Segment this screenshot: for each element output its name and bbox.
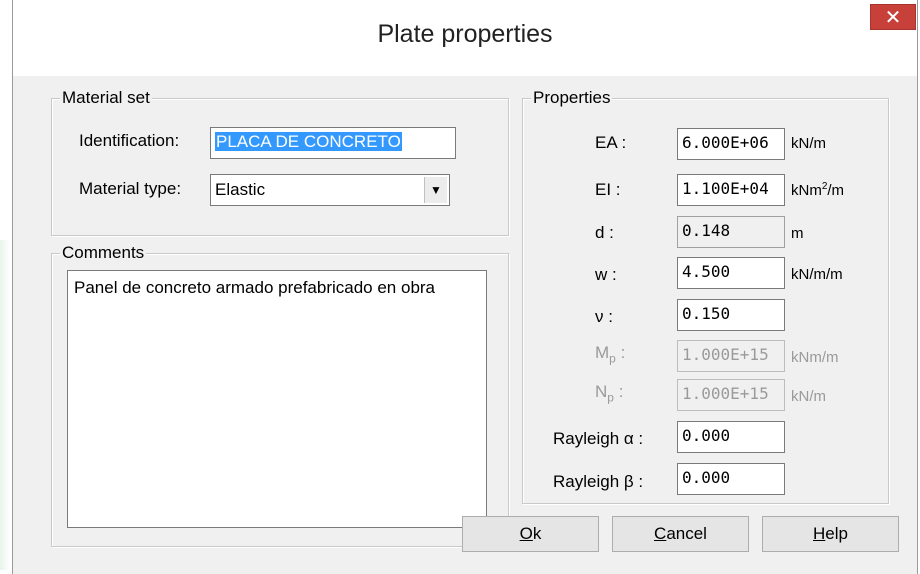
ei-value: 1.100E+04 — [682, 179, 769, 198]
w-label: w : — [595, 265, 617, 284]
ei-input[interactable]: 1.100E+04 — [677, 174, 785, 206]
mp-field: 1.000E+15 — [677, 340, 785, 372]
np-value: 1.000E+15 — [682, 384, 769, 403]
mp-label: Mp : — [595, 343, 625, 365]
w-value: 4.500 — [682, 262, 731, 281]
material-type-select[interactable]: Elastic ▼ — [210, 174, 450, 206]
title-bar: Plate properties ✕ — [13, 0, 917, 76]
rayleigh-beta-label: Rayleigh β : — [553, 472, 644, 491]
d-value: 0.148 — [682, 221, 731, 240]
np-label-tail: : — [613, 382, 624, 401]
mp-unit: kNm/m — [791, 349, 839, 366]
cancel-button[interactable]: Cancel — [612, 516, 749, 552]
background-edge — [0, 240, 10, 570]
comments-legend: Comments — [60, 243, 147, 263]
np-label: Np : — [595, 382, 623, 404]
ei-unit: kNm2/m — [791, 181, 844, 199]
ei-label: EI : — [595, 180, 621, 199]
window-title: Plate properties — [377, 20, 553, 48]
ei-unit-tail: /m — [827, 182, 845, 199]
comments-text: Panel de concreto armado prefabricado en… — [74, 278, 436, 297]
ea-unit: kN/m — [791, 135, 826, 152]
ea-label: EA : — [595, 133, 627, 152]
cancel-mnemonic: C — [654, 524, 667, 543]
help-button[interactable]: Help — [762, 516, 899, 552]
nu-value: 0.150 — [682, 304, 731, 323]
ok-mnemonic: O — [519, 524, 533, 543]
d-unit: m — [791, 225, 804, 242]
w-unit: kN/m/m — [791, 266, 843, 283]
rayleigh-alpha-value: 0.000 — [682, 426, 731, 445]
ea-input[interactable]: 6.000E+06 — [677, 128, 785, 160]
rayleigh-beta-input[interactable]: 0.000 — [677, 463, 785, 495]
d-field: 0.148 — [677, 216, 785, 248]
comments-group: Comments Panel de concreto armado prefab… — [51, 243, 509, 547]
ei-unit-base: kNm — [791, 182, 822, 199]
nu-input[interactable]: 0.150 — [677, 299, 785, 331]
np-field: 1.000E+15 — [677, 379, 785, 411]
help-label-rest: elp — [825, 524, 848, 543]
help-mnemonic: H — [813, 524, 826, 543]
np-label-base: N — [595, 382, 608, 401]
cancel-label-rest: ancel — [666, 524, 707, 543]
comments-textarea[interactable]: Panel de concreto armado prefabricado en… — [67, 270, 487, 528]
ok-label-rest: k — [532, 524, 542, 543]
identification-label: Identification: — [79, 131, 180, 150]
dialog-client-area: Material set Identification: PLACA DE CO… — [13, 76, 917, 574]
mp-label-tail: : — [615, 343, 626, 362]
np-unit: kN/m — [791, 388, 826, 405]
material-type-value: Elastic — [215, 180, 266, 199]
close-icon: ✕ — [884, 6, 902, 29]
rayleigh-alpha-input[interactable]: 0.000 — [677, 421, 785, 453]
rayleigh-alpha-label: Rayleigh α : — [553, 429, 644, 448]
ok-button[interactable]: Ok — [462, 516, 599, 552]
identification-input[interactable]: PLACA DE CONCRETO — [210, 127, 456, 159]
w-input[interactable]: 4.500 — [677, 257, 785, 289]
nu-label: ν : — [595, 307, 613, 326]
identification-value: PLACA DE CONCRETO — [215, 132, 402, 151]
material-type-label: Material type: — [79, 179, 182, 198]
properties-group: Properties EA : 6.000E+06 kN/m EI : 1.10… — [522, 88, 889, 504]
properties-legend: Properties — [531, 88, 613, 108]
chevron-down-icon[interactable]: ▼ — [424, 177, 447, 203]
close-button[interactable]: ✕ — [870, 4, 916, 30]
mp-value: 1.000E+15 — [682, 345, 769, 364]
rayleigh-beta-value: 0.000 — [682, 468, 731, 487]
np-label-sub: p — [607, 390, 614, 405]
material-set-group: Material set Identification: PLACA DE CO… — [51, 88, 509, 236]
d-label: d : — [595, 223, 614, 242]
mp-label-sub: p — [609, 351, 616, 366]
material-set-legend: Material set — [60, 88, 152, 108]
mp-label-base: M — [595, 343, 610, 362]
plate-properties-dialog: Plate properties ✕ Material set Identifi… — [12, 0, 918, 574]
ea-value: 6.000E+06 — [682, 133, 769, 152]
